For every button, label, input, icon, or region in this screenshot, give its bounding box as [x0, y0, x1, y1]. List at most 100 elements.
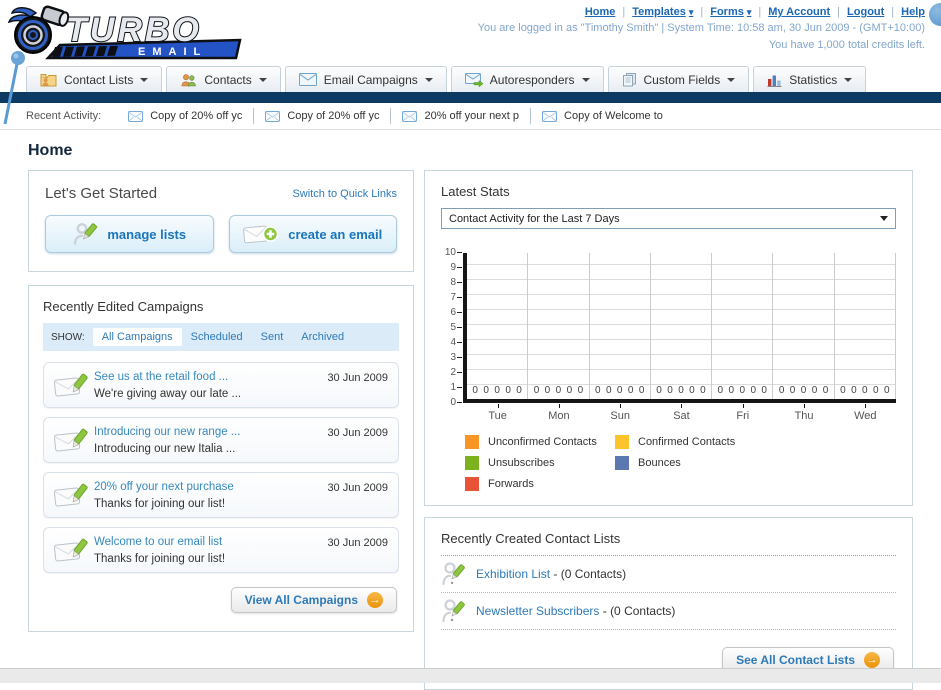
campaign-icon — [54, 427, 94, 454]
bar-value-label: 0 — [472, 385, 478, 396]
bar-value-label: 0 — [483, 385, 489, 396]
nav-tab[interactable]: Contact Lists — [26, 66, 163, 92]
bar-value-label: 0 — [667, 385, 673, 396]
bar-value-label: 0 — [728, 385, 735, 396]
stats-period-selected-value: Contact Activity for the Last 7 Days — [449, 212, 620, 225]
autoresponders-icon — [464, 72, 483, 87]
recent-activity-item[interactable]: 20% off your next p — [390, 108, 530, 124]
manage-lists-icon — [72, 222, 98, 246]
get-started-button[interactable]: create an email — [228, 215, 397, 253]
bar-value-label: 0 — [750, 385, 756, 396]
chart-group: 00000 — [835, 253, 896, 399]
bar-value-label: 0 — [516, 385, 522, 396]
campaign-date: 30 Jun 2009 — [327, 372, 388, 384]
nav-tab[interactable]: Contacts — [166, 66, 281, 92]
y-tick-label: 10 — [444, 247, 463, 258]
recent-activity-item[interactable]: Copy of 20% off yc — [117, 108, 253, 124]
campaign-filter-tab[interactable]: All Campaigns — [92, 328, 182, 346]
campaign-link[interactable]: Introducing our new range ... — [94, 426, 240, 438]
main-nav: Contact Lists Contacts Email Campaigns A… — [0, 64, 941, 92]
campaign-filter-bar: SHOW: All Campaigns Scheduled Sent Archi… — [43, 323, 399, 351]
contact-list-link[interactable]: Exhibition List — [476, 567, 550, 581]
legend-item: Confirmed Contacts — [615, 435, 765, 449]
chart-group: 00000 — [773, 253, 835, 399]
bar-value-label: 0 — [789, 385, 796, 396]
latest-stats-title: Latest Stats — [441, 184, 510, 199]
view-all-campaigns-button[interactable]: View All Campaigns → — [230, 587, 397, 613]
x-tick-label: Mon — [528, 403, 589, 422]
custom-fields-icon — [622, 72, 637, 87]
campaign-row: Introducing our new range ... Introducin… — [43, 417, 399, 463]
bar-value-label: 0 — [656, 385, 662, 396]
nav-tab[interactable]: Custom Fields — [607, 66, 750, 92]
bar-value-label: 0 — [594, 385, 601, 396]
bar-value-label: 0 — [678, 385, 684, 396]
y-tick-label: 6 — [450, 307, 462, 318]
legend-swatch — [465, 435, 479, 449]
y-tick-label: 0 — [450, 397, 462, 408]
top-nav-link[interactable]: Logout — [847, 6, 884, 18]
list-icon — [441, 598, 465, 624]
envelope-icon — [542, 110, 558, 122]
campaign-link[interactable]: 20% off your next purchase — [94, 481, 234, 493]
stats-period-select[interactable]: Contact Activity for the Last 7 Days — [441, 208, 896, 229]
recent-activity-item[interactable]: Copy of 20% off yc — [253, 108, 390, 124]
campaign-row: See us at the retail food ... We're givi… — [43, 362, 399, 408]
arrow-right-icon: → — [864, 652, 880, 668]
recently-edited-campaigns-panel: Recently Edited Campaigns SHOW: All Camp… — [28, 285, 414, 632]
recent-activity-bar: Recent Activity: Copy of 20% off yc Copy… — [0, 103, 941, 130]
campaign-icon — [54, 372, 94, 399]
y-tick-label: 1 — [450, 382, 462, 393]
statistics-icon — [767, 73, 782, 87]
recent-activity-item[interactable]: Copy of Welcome to — [530, 108, 674, 124]
x-tick-label: Thu — [773, 403, 834, 422]
bar-value-label: 0 — [851, 385, 857, 396]
get-started-title: Let's Get Started — [45, 185, 158, 202]
campaign-date: 30 Jun 2009 — [327, 537, 388, 549]
bar-value-label: 0 — [800, 385, 807, 396]
contact-list-link[interactable]: Newsletter Subscribers — [476, 604, 599, 618]
bar-value-label: 0 — [840, 385, 846, 396]
top-nav: Home Templates▾ Forms▾ My Account Logout — [478, 6, 925, 18]
campaign-filter-tab[interactable]: Scheduled — [182, 328, 252, 346]
chart-group: 00000 — [590, 253, 651, 399]
pin-decoration — [3, 51, 25, 125]
top-nav-link[interactable]: Forms▾ — [710, 6, 751, 18]
chevron-down-icon — [581, 77, 590, 82]
footer-bar — [0, 668, 941, 683]
bar-value-label: 0 — [533, 385, 540, 396]
get-started-button[interactable]: manage lists — [45, 215, 214, 253]
nav-tab[interactable]: Statistics — [753, 66, 867, 92]
campaign-link[interactable]: See us at the retail food ... — [94, 371, 228, 383]
bar-value-label: 0 — [700, 385, 706, 396]
y-tick-label: 5 — [450, 322, 462, 333]
help-bubble-icon[interactable] — [929, 3, 941, 26]
campaign-subtitle: Thanks for joining our list! — [94, 498, 226, 510]
x-tick-label: Fri — [712, 403, 773, 422]
legend-swatch — [615, 456, 629, 470]
legend-label: Confirmed Contacts — [638, 436, 736, 448]
latest-stats-panel: Latest Stats Contact Activity for the La… — [424, 170, 913, 506]
bar-value-label: 0 — [717, 385, 724, 396]
top-nav-link[interactable]: My Account — [768, 6, 830, 18]
campaign-filter-tab[interactable]: Sent — [252, 328, 293, 346]
chart-group: 00000 — [467, 253, 529, 399]
svg-text:EMAIL: EMAIL — [138, 46, 207, 58]
campaign-filter-tab[interactable]: Archived — [292, 328, 353, 346]
switch-to-quick-links[interactable]: Switch to Quick Links — [292, 188, 397, 200]
nav-tab[interactable]: Email Campaigns — [284, 66, 447, 92]
bar-value-label: 0 — [778, 385, 785, 396]
bar-value-label: 0 — [638, 385, 645, 396]
nav-tab[interactable]: Autoresponders — [450, 66, 604, 92]
top-nav-link[interactable]: Templates▾ — [632, 6, 693, 18]
top-nav-link[interactable]: Home — [585, 6, 616, 18]
chart-group: 00000 — [651, 253, 713, 399]
x-tick-label: Sat — [651, 403, 712, 422]
bar-value-label: 0 — [616, 385, 623, 396]
campaign-link[interactable]: Welcome to our email list — [94, 536, 222, 548]
chevron-down-icon — [844, 77, 853, 82]
y-tick-label: 3 — [450, 352, 462, 363]
bar-value-label: 0 — [822, 385, 829, 396]
top-nav-link[interactable]: Help — [901, 6, 925, 18]
campaigns-title: Recently Edited Campaigns — [43, 299, 204, 314]
